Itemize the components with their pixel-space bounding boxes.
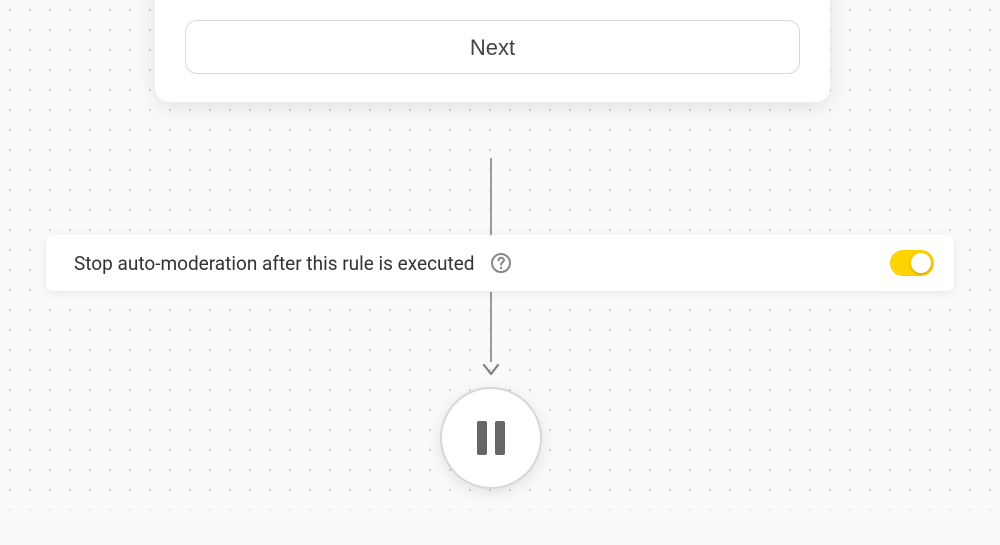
rule-card: Next (155, 0, 830, 102)
next-button[interactable]: Next (185, 20, 800, 74)
flow-connector (490, 292, 492, 362)
flow-canvas[interactable]: Next Stop auto-moderation after this rul… (0, 0, 1000, 545)
bottom-fade (0, 495, 1000, 545)
arrow-down-icon (481, 360, 501, 380)
flow-connector (490, 158, 492, 235)
stop-automod-toggle[interactable] (890, 250, 934, 276)
stop-automod-row: Stop auto-moderation after this rule is … (46, 235, 954, 291)
pause-icon (477, 421, 505, 455)
stop-automod-label: Stop auto-moderation after this rule is … (74, 252, 475, 275)
toggle-knob (911, 253, 931, 273)
help-icon[interactable] (489, 251, 513, 275)
pause-node[interactable] (440, 387, 542, 489)
